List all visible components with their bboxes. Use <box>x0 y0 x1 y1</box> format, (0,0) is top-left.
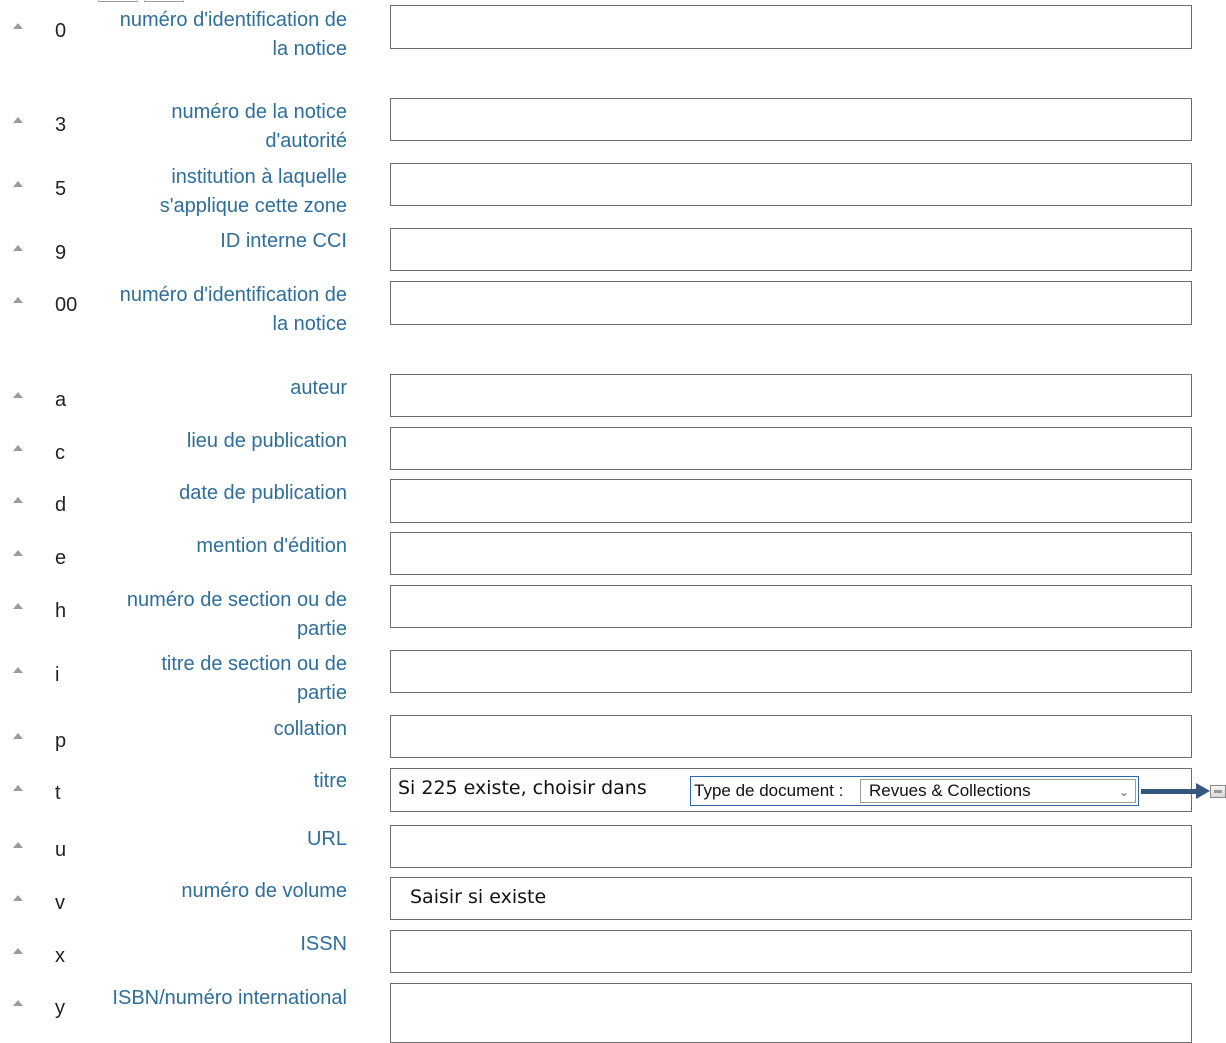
titre-note: Si 225 existe, choisir dans <box>398 777 647 799</box>
subfield-label: auteur <box>290 377 347 399</box>
triangle-up-icon[interactable] <box>13 245 23 251</box>
subfield-input[interactable] <box>390 427 1192 470</box>
subfield-input[interactable] <box>390 650 1192 693</box>
subfield-code: t <box>55 782 61 804</box>
triangle-up-icon[interactable] <box>13 497 23 503</box>
triangle-up-icon[interactable] <box>13 667 23 673</box>
arrow-right-icon <box>1141 789 1199 794</box>
triangle-up-icon[interactable] <box>13 445 23 451</box>
subfield-label: titre de section ou de partie <box>161 653 347 704</box>
subfield-code: p <box>55 730 67 752</box>
subfield-code: v <box>55 892 65 914</box>
subfield-label: numéro de la notice d'autorité <box>171 101 347 152</box>
subfield-input[interactable] <box>390 228 1192 271</box>
subfield-input[interactable] <box>390 532 1192 575</box>
subfield-code: 00 <box>55 294 78 316</box>
subfield-input[interactable] <box>390 479 1192 523</box>
volume-note: Saisir si existe <box>410 886 547 908</box>
tab-stubs <box>98 0 184 2</box>
triangle-up-icon[interactable] <box>13 297 23 303</box>
subfield-input[interactable] <box>390 163 1192 206</box>
subfield-code: 0 <box>55 20 67 42</box>
subfield-input[interactable] <box>390 825 1192 868</box>
subfield-code: y <box>55 997 65 1019</box>
subfield-label: numéro de section ou de partie <box>126 589 347 640</box>
subfield-input[interactable] <box>390 715 1192 758</box>
subfield-label: numéro d'identification de la notice <box>119 284 347 335</box>
subfield-code: 9 <box>55 242 67 264</box>
tab-stub[interactable] <box>98 0 138 2</box>
subfield-input[interactable] <box>390 983 1192 1043</box>
doc-type-box: Type de document : Revues & Collections … <box>690 776 1139 806</box>
subfield-label: lieu de publication <box>186 430 347 452</box>
subfield-input[interactable] <box>390 374 1192 417</box>
triangle-up-icon[interactable] <box>13 117 23 123</box>
triangle-up-icon[interactable] <box>13 181 23 187</box>
triangle-up-icon[interactable] <box>13 948 23 954</box>
subfield-label: numéro de volume <box>181 880 347 902</box>
triangle-up-icon[interactable] <box>13 785 23 791</box>
triangle-up-icon[interactable] <box>13 550 23 556</box>
triangle-up-icon[interactable] <box>13 1000 23 1006</box>
subfield-label: URL <box>306 828 347 850</box>
subfield-code: x <box>55 945 65 967</box>
subfield-input[interactable] <box>390 98 1192 141</box>
subfield-input[interactable] <box>390 585 1192 628</box>
subfield-code: h <box>55 600 67 622</box>
subfield-code: i <box>55 664 60 686</box>
subfield-label: ISBN/numéro international <box>112 987 347 1009</box>
subfield-label: institution à laquelle s'applique cette … <box>159 166 347 217</box>
subfield-code: u <box>55 839 67 861</box>
triangle-up-icon[interactable] <box>13 895 23 901</box>
doc-type-label: Type de document : <box>694 781 844 800</box>
subfield-label: numéro d'identification de la notice <box>119 9 347 60</box>
subfield-label: ISSN <box>300 933 347 955</box>
subfield-label: ID interne CCI <box>220 230 347 252</box>
subfield-label: titre <box>313 770 347 792</box>
triangle-up-icon[interactable] <box>13 603 23 609</box>
subfield-input[interactable] <box>390 281 1192 325</box>
subfield-label: date de publication <box>179 482 347 504</box>
triangle-up-icon[interactable] <box>13 733 23 739</box>
subfield-label: collation <box>273 718 347 740</box>
subfield-label: mention d'édition <box>196 535 347 557</box>
triangle-up-icon[interactable] <box>13 392 23 398</box>
subfield-code: a <box>55 389 67 411</box>
subfield-code: e <box>55 547 67 569</box>
subfield-code: 5 <box>55 178 67 200</box>
subfield-code: c <box>55 442 65 464</box>
doc-type-selected: Revues & Collections <box>869 781 1031 800</box>
chevron-down-icon: ⌄ <box>1118 785 1129 799</box>
arrow-head-icon <box>1196 783 1210 799</box>
subfield-input[interactable] <box>390 5 1192 49</box>
subfield-code: 3 <box>55 114 67 136</box>
tab-stub[interactable] <box>144 0 184 2</box>
triangle-up-icon[interactable] <box>13 23 23 29</box>
doc-type-select[interactable]: Revues & Collections ⌄ <box>860 779 1136 803</box>
subfield-code: d <box>55 494 67 516</box>
lookup-icon[interactable] <box>1210 785 1226 798</box>
subfield-input[interactable] <box>390 930 1192 973</box>
triangle-up-icon[interactable] <box>13 842 23 848</box>
